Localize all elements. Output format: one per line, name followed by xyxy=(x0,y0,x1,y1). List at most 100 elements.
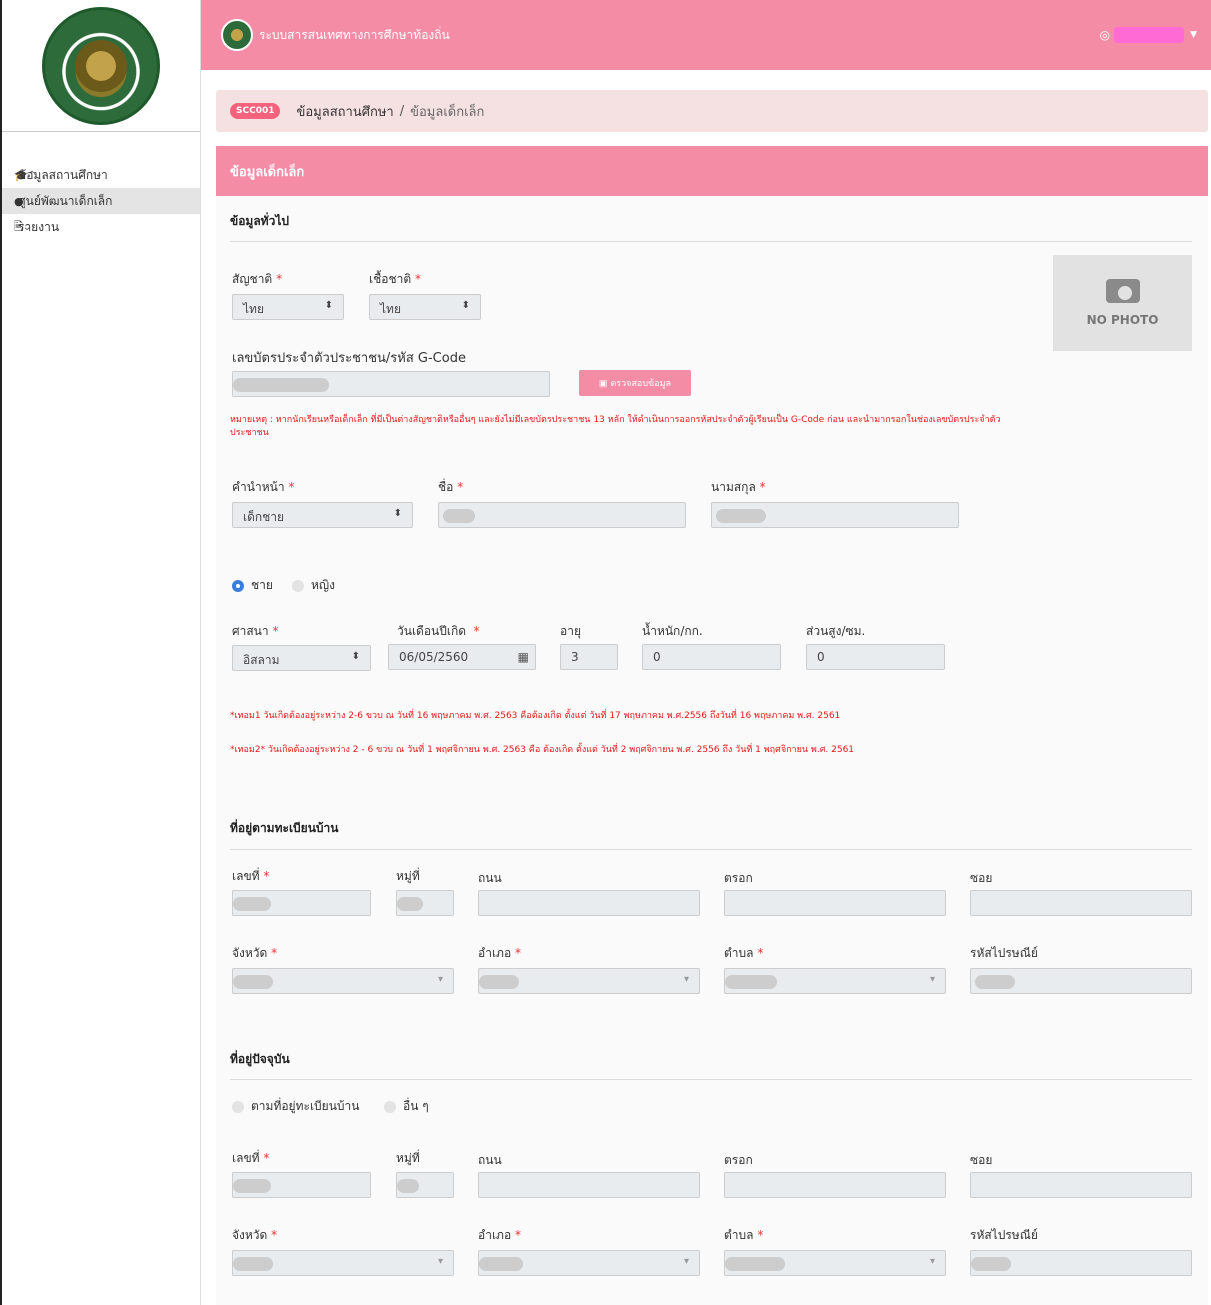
weight-value: 0 xyxy=(653,650,661,664)
prefix-label-text: คำนำหน้า xyxy=(232,480,285,494)
prefix-value: เด็กชาย xyxy=(243,510,285,524)
required-mark: * xyxy=(271,946,278,960)
cur-moo-label: หมู่ที่ xyxy=(396,1151,420,1165)
religion-select[interactable]: อิสลาม xyxy=(232,645,371,671)
reg-moo-input[interactable] xyxy=(396,890,454,916)
cur-alley-input[interactable] xyxy=(724,1172,946,1198)
reg-district-select[interactable] xyxy=(478,968,700,994)
check-button-label: ตรวจสอบข้อมูล xyxy=(610,378,672,388)
race-label-text: เชื้อชาติ xyxy=(369,272,412,286)
cur-province-text: จังหวัด xyxy=(232,1228,268,1242)
cur-road-label: ถนน xyxy=(478,1153,502,1167)
top-header: ระบบสารสนเทศทางการศึกษาท้องถิ่น ◎ ▼ xyxy=(201,0,1211,70)
sidebar-item-child-center[interactable]: ● ศูนย์พัฒนาเด็กเล็ก xyxy=(2,188,200,214)
reg-subdistrict-text: ตำบล xyxy=(724,946,754,960)
weight-input[interactable]: 0 xyxy=(642,644,781,670)
age-label: อายุ xyxy=(560,624,581,638)
cur-subdistrict-text: ตำบล xyxy=(724,1228,754,1242)
race-label: เชื้อชาติ * xyxy=(369,270,421,289)
redacted-value xyxy=(971,1257,1011,1271)
required-mark: * xyxy=(271,1228,278,1242)
cur-district-text: อำเภอ xyxy=(478,1228,512,1242)
weight-label: น้ำหนัก/กก. xyxy=(642,624,703,638)
dob-label: วันเดือนปีเกิด * xyxy=(397,622,480,641)
logo-area xyxy=(2,0,200,132)
reg-house-no-input[interactable] xyxy=(232,890,371,916)
divider xyxy=(230,1079,1192,1080)
lastname-label-text: นามสกุล xyxy=(711,480,756,494)
section-title-current-address: ที่อยู่ปัจจุบัน xyxy=(230,1052,290,1066)
cur-road-input[interactable] xyxy=(478,1172,700,1198)
check-data-button[interactable]: ▣ ตรวจสอบข้อมูล xyxy=(579,370,691,396)
cur-soi-label: ซอย xyxy=(970,1153,993,1167)
height-input[interactable]: 0 xyxy=(806,644,945,670)
religion-value: อิสลาม xyxy=(243,653,280,667)
required-mark: * xyxy=(263,1151,270,1165)
cur-house-no-text: เลขที่ xyxy=(232,1151,260,1165)
reg-soi-label: ซอย xyxy=(970,871,993,885)
reg-province-select[interactable] xyxy=(232,968,454,994)
breadcrumb-current: ข้อมูลเด็กเล็ก xyxy=(410,104,485,120)
sidebar-item-school-info[interactable]: 🎓 ข้อมูลสถานศึกษา ⌃ xyxy=(2,162,200,188)
calendar-icon[interactable]: ▦ xyxy=(518,650,529,664)
reg-subdistrict-label: ตำบล * xyxy=(724,944,763,963)
card-title: ข้อมูลเด็กเล็ก xyxy=(216,146,1208,196)
reg-postcode-input[interactable] xyxy=(970,968,1192,994)
dob-input[interactable]: 06/05/2560 ▦ xyxy=(388,644,536,670)
gender-male-radio[interactable]: ชาย xyxy=(232,576,273,595)
cur-postcode-input[interactable] xyxy=(970,1250,1192,1276)
race-select[interactable]: ไทย xyxy=(369,294,481,320)
current-same-radio[interactable]: ตามที่อยู่ทะเบียนบ้าน xyxy=(232,1097,359,1116)
user-icon: ◎ xyxy=(1099,28,1111,42)
current-same-label: ตามที่อยู่ทะเบียนบ้าน xyxy=(251,1099,360,1113)
cur-house-no-input[interactable] xyxy=(232,1172,371,1198)
photo-placeholder[interactable]: NO PHOTO xyxy=(1053,255,1192,351)
id-input[interactable] xyxy=(232,371,550,397)
prefix-select[interactable]: เด็กชาย xyxy=(232,502,413,528)
cur-moo-input[interactable] xyxy=(396,1172,454,1198)
id-card-icon: ▣ xyxy=(598,377,608,388)
sidebar-item-label: ข้อมูลสถานศึกษา xyxy=(18,167,108,182)
cur-district-select[interactable] xyxy=(478,1250,700,1276)
cur-subdistrict-select[interactable] xyxy=(724,1250,946,1276)
required-mark: * xyxy=(473,624,480,638)
lastname-label: นามสกุล * xyxy=(711,478,766,497)
reg-road-input[interactable] xyxy=(478,890,700,916)
user-menu[interactable]: ◎ ▼ xyxy=(1100,27,1197,43)
gcode-note: หมายเหตุ : หากนักเรียนหรือเด็กเล็ก ที่มี… xyxy=(230,415,1001,438)
divider xyxy=(230,849,1192,850)
reg-soi-input[interactable] xyxy=(970,890,1192,916)
sidebar-item-report[interactable]: 🗎 รายงาน ⌄ xyxy=(2,214,200,240)
term2-note: *เทอม2* วันเกิดต้องอยู่ระหว่าง 2 - 6 ขวบ… xyxy=(230,745,855,755)
reg-postcode-label: รหัสไปรษณีย์ xyxy=(970,946,1038,960)
redacted-value xyxy=(397,1179,419,1193)
redacted-value xyxy=(975,975,1015,989)
cur-postcode-label: รหัสไปรษณีย์ xyxy=(970,1228,1038,1242)
reg-alley-input[interactable] xyxy=(724,890,946,916)
gender-female-radio[interactable]: หญิง xyxy=(292,576,335,595)
redacted-value xyxy=(479,975,519,989)
section-title-general: ข้อมูลทั่วไป xyxy=(230,214,289,228)
required-mark: * xyxy=(272,624,279,638)
nationality-select[interactable]: ไทย xyxy=(232,294,344,320)
height-label: ส่วนสูง/ซม. xyxy=(806,624,866,638)
reg-province-label: จังหวัด * xyxy=(232,944,277,963)
redacted-value xyxy=(233,897,271,911)
firstname-input[interactable] xyxy=(438,502,686,528)
sidebar-item-label: ศูนย์พัฒนาเด็กเล็ก xyxy=(18,193,113,208)
firstname-label-text: ชื่อ xyxy=(438,480,454,494)
breadcrumb-link[interactable]: ข้อมูลสถานศึกษา xyxy=(296,101,393,122)
required-mark: * xyxy=(414,272,421,286)
cur-province-select[interactable] xyxy=(232,1250,454,1276)
cur-soi-input[interactable] xyxy=(970,1172,1192,1198)
age-input: 3 xyxy=(560,644,618,670)
department-seal-logo xyxy=(42,6,160,125)
redacted-value xyxy=(479,1257,523,1271)
current-other-radio[interactable]: อื่น ๆ xyxy=(384,1097,429,1116)
required-mark: * xyxy=(263,869,270,883)
required-mark: * xyxy=(276,272,283,286)
form-card: ข้อมูลเด็กเล็ก ข้อมูลทั่วไป สัญชาติ * ไท… xyxy=(216,146,1208,1305)
reg-subdistrict-select[interactable] xyxy=(724,968,946,994)
lastname-input[interactable] xyxy=(711,502,959,528)
page-code-badge: SCC001 xyxy=(230,103,281,119)
